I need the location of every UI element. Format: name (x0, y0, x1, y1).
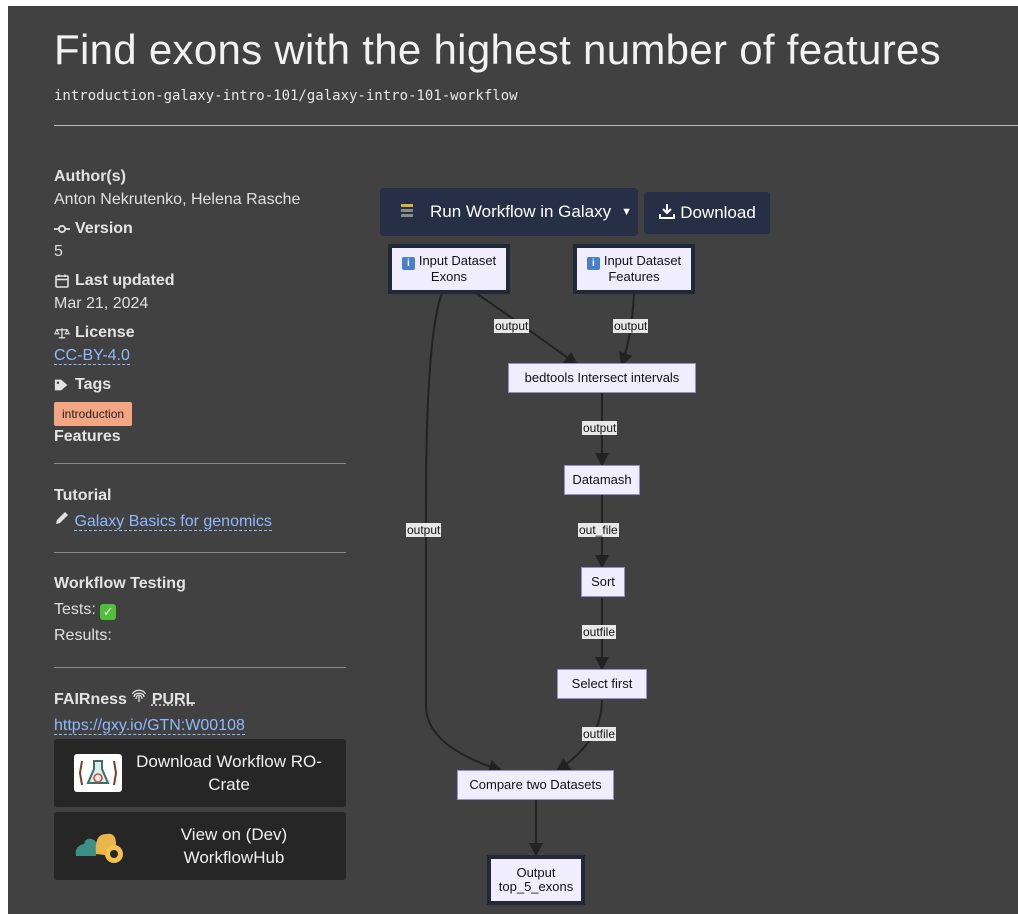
info-icon: i (401, 257, 415, 270)
node-title: Input Dataset (418, 253, 497, 268)
edge-label: output (613, 319, 649, 333)
edge-label: output (406, 523, 442, 537)
node-subtitle: Exons (430, 269, 468, 284)
node-input-features[interactable]: i Input Dataset Features (573, 244, 695, 294)
node-title: Output (516, 865, 556, 880)
node-compare-datasets[interactable]: Compare two Datasets (457, 770, 614, 800)
edge-label: output (494, 319, 530, 333)
node-select-first[interactable]: Select first (557, 669, 647, 699)
node-datamash[interactable]: Datamash (564, 465, 640, 495)
workflow-page: Find exons with the highest number of fe… (8, 6, 1018, 914)
info-icon: i (586, 257, 600, 270)
edge-label: output (582, 421, 618, 435)
window-left-edge (0, 0, 8, 914)
edge-label: outfile (582, 727, 617, 741)
node-subtitle: top_5_exons (498, 879, 574, 894)
edge-label: outfile (582, 625, 617, 639)
node-bedtools-intersect[interactable]: bedtools Intersect intervals (508, 363, 696, 393)
node-input-exons[interactable]: i Input Dataset Exons (388, 244, 510, 294)
node-subtitle: Features (608, 269, 660, 284)
node-title: Input Dataset (603, 253, 682, 268)
node-output[interactable]: Output top_5_exons (487, 855, 585, 905)
edge-label: out_file (578, 523, 619, 537)
node-sort[interactable]: Sort (581, 567, 625, 597)
